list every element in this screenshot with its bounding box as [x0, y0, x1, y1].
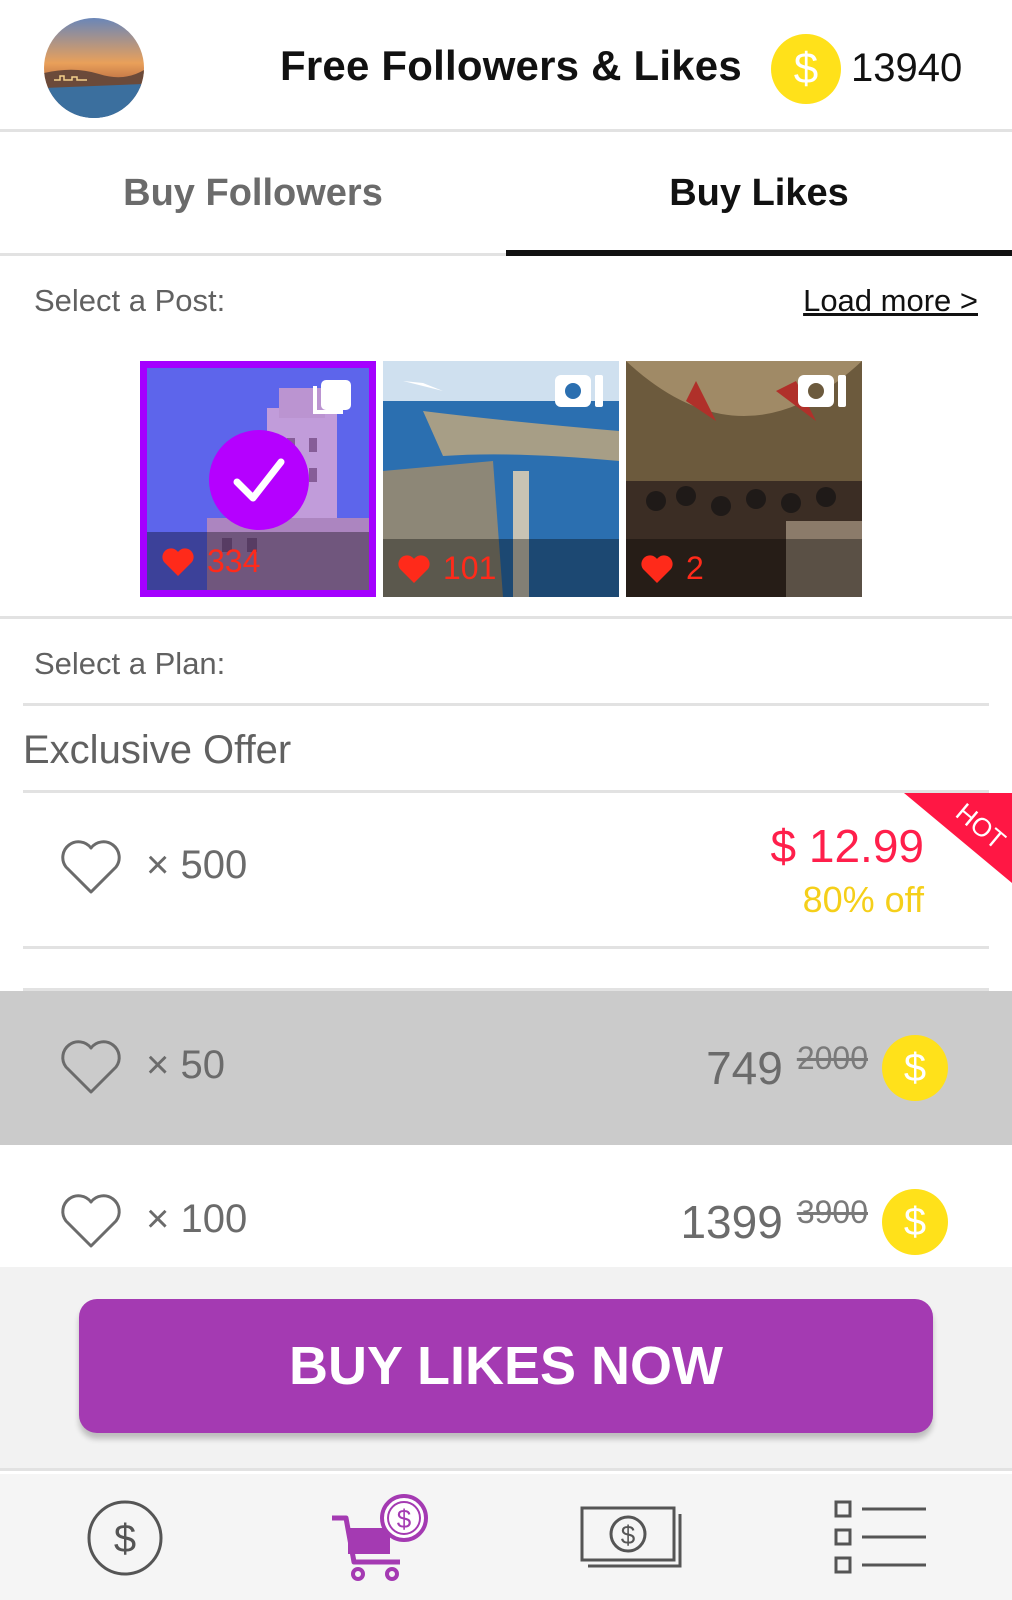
- list-icon: [834, 1500, 926, 1574]
- heart-outline-icon: [61, 840, 121, 894]
- plan-price-row: 1399 3900 $: [680, 1189, 948, 1255]
- svg-text:$: $: [621, 1520, 636, 1550]
- plan-quantity: × 50: [146, 1043, 225, 1087]
- plan-old-price: 2000: [796, 1039, 868, 1076]
- post-thumbnail-3[interactable]: 2: [626, 361, 862, 597]
- coin-icon: $: [87, 1500, 163, 1576]
- plan-coin-price: 749: [706, 1042, 783, 1094]
- post-likes: 334: [161, 543, 260, 580]
- divider: [23, 703, 989, 706]
- post-thumbnail-2[interactable]: 101: [383, 361, 619, 597]
- plan-100-likes[interactable]: × 100 1399 3900 $: [0, 1145, 1012, 1267]
- post-like-count: 101: [443, 550, 497, 586]
- select-post-label: Select a Post:: [34, 283, 226, 318]
- buy-likes-button[interactable]: BUY LIKES NOW: [79, 1299, 933, 1433]
- selected-check-icon: [209, 430, 309, 530]
- plan-50-likes[interactable]: × 50 749 2000 $: [0, 991, 1012, 1145]
- multi-photo-icon: [313, 380, 351, 414]
- section-divider: [0, 616, 1012, 619]
- select-plan-label: Select a Plan:: [34, 646, 226, 681]
- plan-coin-price: 1399: [680, 1196, 783, 1248]
- cta-area: BUY LIKES NOW: [0, 1267, 1012, 1471]
- video-camera-icon: [798, 375, 846, 407]
- post-likes: 2: [640, 550, 704, 587]
- nav-orders[interactable]: [828, 1488, 938, 1588]
- plan-exclusive-500[interactable]: × 500 $ 12.99 80% off HOT: [0, 793, 1012, 949]
- heart-icon: [162, 547, 194, 576]
- app-title: Free Followers & Likes: [280, 42, 742, 89]
- coin-icon: $: [882, 1189, 948, 1255]
- tab-buy-likes[interactable]: Buy Likes: [506, 172, 1012, 215]
- bottom-nav: $ $ $: [0, 1474, 1012, 1600]
- plan-quantity: × 100: [146, 1197, 248, 1241]
- heart-outline-icon: [61, 1040, 121, 1094]
- plan-price: $ 12.99: [770, 820, 924, 872]
- hot-badge: HOT: [904, 793, 1012, 883]
- avatar-image: [44, 18, 144, 118]
- cart-icon: $: [332, 1494, 428, 1581]
- svg-text:$: $: [397, 1504, 412, 1534]
- plan-price-row: 749 2000 $: [706, 1035, 948, 1101]
- heart-icon: [398, 554, 430, 583]
- video-camera-icon: [555, 375, 603, 407]
- post-picker: 334 101 2: [140, 361, 874, 597]
- tab-buy-followers[interactable]: Buy Followers: [0, 172, 506, 215]
- exclusive-offer-heading: Exclusive Offer: [23, 728, 292, 772]
- divider: [23, 946, 989, 949]
- coin-icon: $: [771, 34, 841, 104]
- post-likes: 101: [397, 550, 496, 587]
- nav-store[interactable]: $: [318, 1488, 428, 1588]
- app-screen: Free Followers & Likes $ 13940 Buy Follo…: [0, 0, 1012, 1600]
- heart-outline-icon: [61, 1194, 121, 1248]
- svg-text:$: $: [114, 1517, 136, 1561]
- app-header: Free Followers & Likes $ 13940: [0, 0, 1012, 132]
- plan-old-price: 3900: [796, 1193, 868, 1230]
- nav-cash[interactable]: $: [574, 1488, 684, 1588]
- active-tab-indicator: [506, 250, 1012, 256]
- post-like-count: 2: [686, 550, 704, 586]
- nav-earn-coins[interactable]: $: [70, 1488, 180, 1588]
- load-more-link[interactable]: Load more >: [803, 283, 978, 319]
- coin-balance: 13940: [851, 46, 963, 90]
- plan-discount: 80% off: [802, 879, 924, 920]
- post-thumbnail-1[interactable]: 334: [140, 361, 376, 597]
- post-like-count: 334: [207, 543, 261, 579]
- heart-icon: [641, 554, 673, 583]
- avatar[interactable]: [44, 18, 144, 118]
- plan-quantity: × 500: [146, 843, 248, 887]
- coin-icon: $: [882, 1035, 948, 1101]
- tab-bar: Buy Followers Buy Likes: [0, 132, 1012, 256]
- cash-icon: $: [580, 1506, 682, 1568]
